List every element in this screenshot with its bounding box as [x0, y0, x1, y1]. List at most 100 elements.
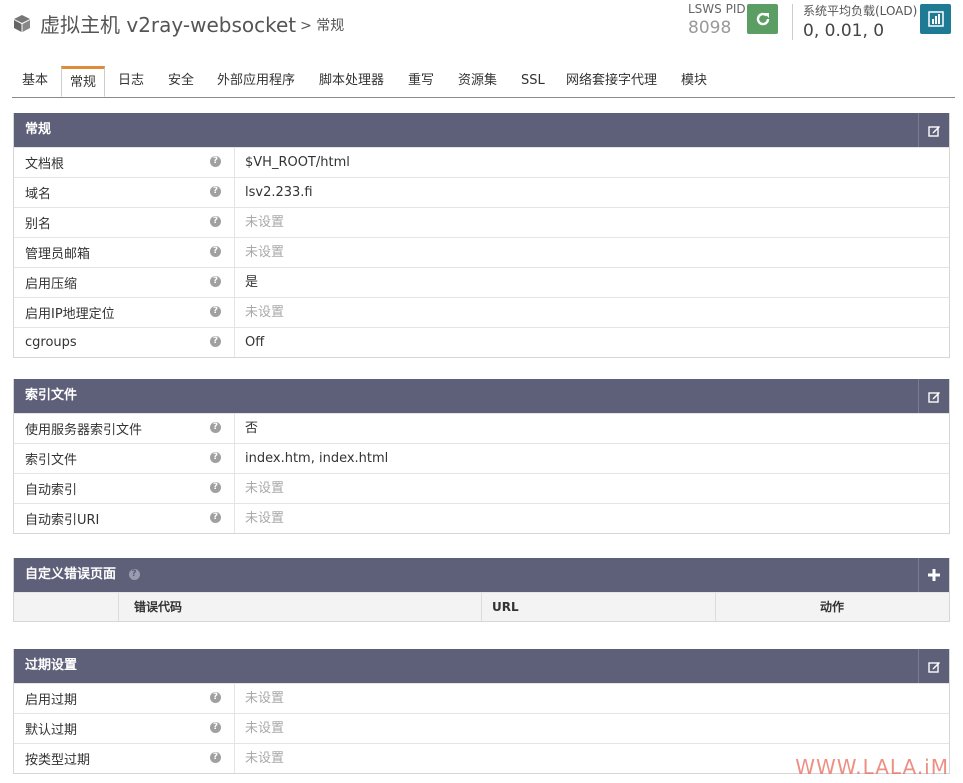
panel-header: 常规	[14, 113, 949, 147]
breadcrumb: > 常规	[300, 18, 345, 34]
tab-rewrite[interactable]: 重写	[400, 66, 442, 96]
table-row: 使用服务器索引文件 ? 否	[14, 413, 949, 443]
help-icon[interactable]: ?	[210, 276, 221, 287]
row-label: 使用服务器索引文件	[25, 423, 143, 438]
row-label: 自动索引	[25, 483, 78, 498]
row-label: 自动索引URI	[25, 513, 100, 528]
table-row: 自动索引URI ? 未设置	[14, 503, 949, 533]
row-value: 未设置	[234, 744, 284, 773]
pid-label: LSWS PID	[688, 2, 746, 16]
row-value: 未设置	[234, 208, 284, 237]
column-header-url[interactable]: URL	[492, 593, 519, 621]
row-value: $VH_ROOT/html	[234, 148, 350, 177]
tab-general[interactable]: 常规	[61, 66, 106, 97]
row-value: lsv2.233.fi	[234, 178, 313, 207]
tab-bar: 基本 常规 日志 安全 外部应用程序 脚本处理器 重写 资源集 SSL 网络套接…	[12, 66, 955, 98]
general-panel: 常规 文档根 ? $VH_ROOT/html 域名 ? lsv2.233.fi …	[13, 113, 950, 358]
row-label: 别名	[25, 217, 52, 232]
tab-basic[interactable]: 基本	[14, 66, 56, 96]
edit-button[interactable]	[918, 379, 949, 413]
panel-header: 自定义错误页面 ?	[14, 558, 949, 592]
row-value: index.htm, index.html	[234, 444, 388, 473]
row-value: 未设置	[234, 714, 284, 743]
edit-button[interactable]	[918, 113, 949, 147]
table-row: 启用IP地理定位 ? 未设置	[14, 297, 949, 327]
table-row: 默认过期 ? 未设置	[14, 713, 949, 743]
edit-icon	[927, 661, 940, 673]
tab-modules[interactable]: 模块	[673, 66, 715, 96]
panel-title-text: 自定义错误页面	[25, 567, 117, 582]
pid-block: LSWS PID 8098	[688, 2, 746, 38]
row-label: 启用IP地理定位	[25, 307, 115, 322]
table-header: 错误代码 URL 动作	[14, 592, 949, 621]
tab-external-apps[interactable]: 外部应用程序	[209, 66, 303, 96]
row-value: 未设置	[234, 298, 284, 327]
row-value: 未设置	[234, 474, 284, 503]
row-value: 是	[234, 268, 258, 297]
load-block: 系统平均负载(LOAD) 0, 0.01, 0	[803, 2, 917, 41]
row-value: 未设置	[234, 504, 284, 533]
row-value: 未设置	[234, 684, 284, 713]
table-row: 启用过期 ? 未设置	[14, 683, 949, 713]
help-icon[interactable]: ?	[210, 722, 221, 733]
plus-icon	[928, 569, 940, 581]
help-icon[interactable]: ?	[210, 692, 221, 703]
stats-button[interactable]	[920, 4, 951, 34]
row-label: 启用过期	[25, 693, 78, 708]
row-value: Off	[234, 328, 264, 357]
page-title: 虚拟主机 v2ray-websocket > 常规	[12, 8, 344, 38]
row-label: 按类型过期	[25, 753, 91, 768]
index-files-panel: 索引文件 使用服务器索引文件 ? 否 索引文件 ? index.htm, ind…	[13, 379, 950, 534]
help-icon[interactable]: ?	[210, 186, 221, 197]
load-value: 0, 0.01, 0	[803, 21, 885, 41]
watermark: WWW.LALA.iM	[795, 755, 949, 779]
tab-security[interactable]: 安全	[160, 66, 202, 96]
help-icon[interactable]: ?	[210, 216, 221, 227]
row-label: cgroups	[25, 335, 77, 350]
panel-title: 常规	[25, 122, 52, 137]
tab-websocket-proxy[interactable]: 网络套接字代理	[558, 66, 665, 96]
cube-icon	[14, 15, 30, 32]
tab-ssl[interactable]: SSL	[513, 66, 553, 96]
row-label: 文档根	[25, 157, 65, 172]
column-header-error-code[interactable]: 错误代码	[134, 593, 182, 621]
help-icon[interactable]: ?	[210, 156, 221, 167]
bar-chart-icon	[927, 11, 944, 27]
row-label: 默认过期	[25, 723, 78, 738]
edit-icon	[927, 125, 940, 137]
help-icon[interactable]: ?	[210, 452, 221, 463]
tab-script-handlers[interactable]: 脚本处理器	[311, 66, 392, 96]
row-value: 否	[234, 414, 258, 443]
vhost-title: 虚拟主机 v2ray-websocket	[40, 12, 297, 37]
header-divider	[792, 4, 793, 40]
panel-header: 索引文件	[14, 379, 949, 413]
panel-title: 过期设置	[25, 658, 78, 673]
table-row: cgroups ? Off	[14, 327, 949, 357]
help-icon[interactable]: ?	[128, 569, 140, 580]
add-button[interactable]	[918, 558, 949, 592]
panel-title: 自定义错误页面 ?	[25, 558, 140, 592]
help-icon[interactable]: ?	[210, 246, 221, 257]
panel-title: 索引文件	[25, 388, 78, 403]
panel-header: 过期设置	[14, 649, 949, 683]
restart-button[interactable]	[747, 4, 778, 34]
table-row: 别名 ? 未设置	[14, 207, 949, 237]
help-icon[interactable]: ?	[210, 512, 221, 523]
tab-contexts[interactable]: 资源集	[450, 66, 505, 96]
help-icon[interactable]: ?	[210, 752, 221, 763]
row-value: 未设置	[234, 238, 284, 267]
help-icon[interactable]: ?	[210, 422, 221, 433]
help-icon[interactable]: ?	[210, 306, 221, 317]
tab-logs[interactable]: 日志	[110, 66, 152, 96]
edit-icon	[927, 391, 940, 403]
help-icon[interactable]: ?	[210, 482, 221, 493]
table-row: 文档根 ? $VH_ROOT/html	[14, 147, 949, 177]
edit-button[interactable]	[918, 649, 949, 683]
table-row: 索引文件 ? index.htm, index.html	[14, 443, 949, 473]
top-bar: 虚拟主机 v2ray-websocket > 常规 LSWS PID 8098 …	[0, 0, 963, 60]
load-label: 系统平均负载(LOAD)	[803, 4, 918, 18]
help-icon[interactable]: ?	[210, 336, 221, 347]
table-row: 启用压缩 ? 是	[14, 267, 949, 297]
table-row: 自动索引 ? 未设置	[14, 473, 949, 503]
refresh-icon	[756, 12, 769, 26]
